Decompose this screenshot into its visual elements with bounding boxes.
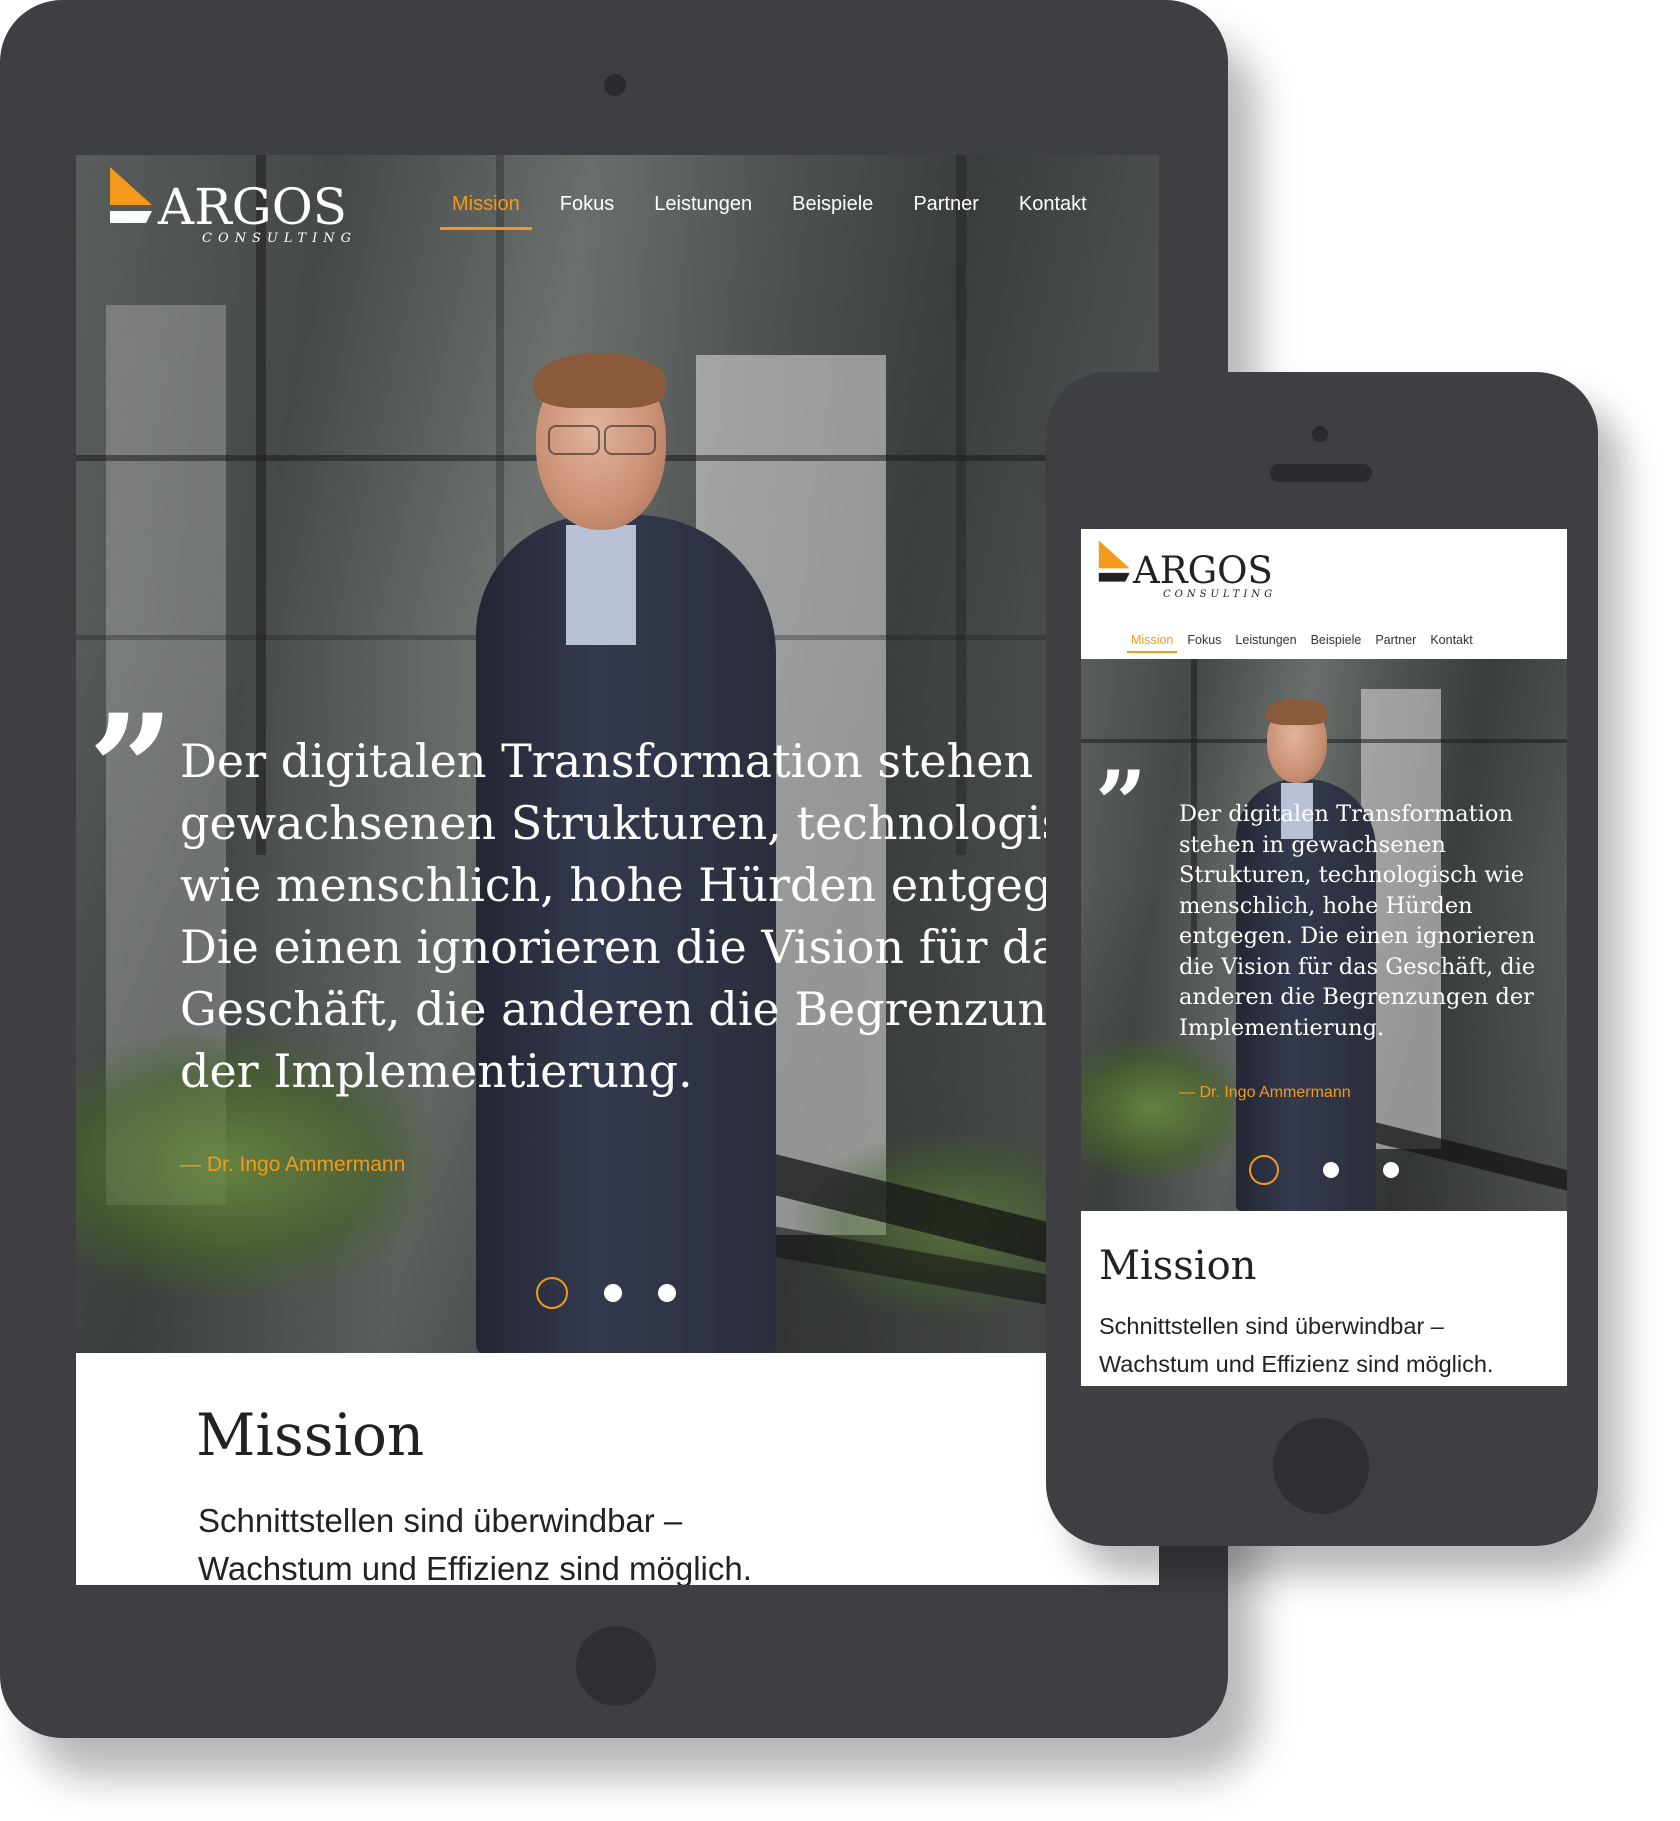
slider-dots [536, 1277, 676, 1309]
quote-line: anderen die Begrenzungen der [1179, 984, 1534, 1010]
tablet-nav-item-mission[interactable]: Mission [440, 193, 532, 230]
tablet-screen: ARGOS CONSULTING Mission Fokus Leistungen B… [76, 155, 1159, 1585]
quote-line: wie menschlich, hohe Hürden entgeg [180, 858, 1053, 912]
tablet-nav-item-partner[interactable]: Partner [913, 193, 979, 216]
mission-line-2: Wachstum und Effizienz sind möglich. [1099, 1351, 1494, 1377]
quote-line: Der digitalen Transformation [1179, 801, 1513, 827]
quote-line: Implementierung. [1179, 1014, 1385, 1041]
tablet-camera [604, 74, 626, 96]
phone-header: ARGOS CONSULTING Mission Fokus Leistungen B… [1081, 529, 1567, 660]
mission-title: Mission [1099, 1243, 1257, 1289]
quote-icon: ” [1095, 751, 1147, 857]
phone-nav-item-beispiele[interactable]: Beispiele [1311, 633, 1362, 647]
logo-text: ARGOS [1133, 549, 1273, 592]
phone-nav-item-partner[interactable]: Partner [1375, 633, 1416, 647]
slider-dots [1249, 1155, 1399, 1185]
phone-nav-item-fokus[interactable]: Fokus [1187, 633, 1221, 647]
phone-quote: Der digitalen Transformation stehen in ge… [1179, 799, 1535, 1043]
tablet-nav-item-beispiele[interactable]: Beispiele [792, 193, 873, 216]
phone-nav-item-mission[interactable]: Mission [1126, 633, 1178, 653]
phone-home-button[interactable] [1273, 1418, 1369, 1514]
quote-line: der Implementierung. [180, 1044, 693, 1098]
quote-line: stehen in gewachsenen [1179, 831, 1446, 858]
quote-author: — Dr. Ingo Ammermann [1179, 1084, 1351, 1101]
mission-text: Schnittstellen sind überwindbar – Wachst… [198, 1497, 752, 1585]
tablet-device: ARGOS CONSULTING Mission Fokus Leistungen B… [0, 0, 1228, 1738]
logo-subtitle: CONSULTING [1163, 589, 1277, 600]
phone-nav-item-leistungen[interactable]: Leistungen [1235, 633, 1296, 647]
tablet-nav-item-fokus[interactable]: Fokus [560, 193, 614, 216]
phone-nav: Mission Fokus Leistungen Beispiele Partner Ko… [1126, 633, 1473, 653]
mission-text: Schnittstellen sind überwindbar – Wachst… [1099, 1307, 1493, 1383]
quote-line: menschlich, hohe Hürden [1179, 892, 1473, 919]
phone-speaker [1270, 464, 1372, 482]
phone-logo[interactable]: ARGOS CONSULTING [1097, 539, 1276, 600]
mission-title: Mission [196, 1401, 425, 1469]
slider-dot-1[interactable] [1249, 1155, 1279, 1185]
logo-subtitle: CONSULTING [202, 231, 357, 246]
shirt [566, 525, 636, 645]
quote-line: gewachsenen Strukturen, technologis [180, 796, 1066, 850]
mission-line-2: Wachstum und Effizienz sind möglich. [198, 1550, 752, 1585]
quote-icon: ” [88, 682, 175, 858]
quote-line: Geschäft, die anderen die Begrenzun [180, 982, 1048, 1036]
tablet-home-button[interactable] [576, 1626, 656, 1706]
logo-text: ARGOS [158, 178, 347, 236]
phone-hero: ” Der digitalen Transformation stehen in … [1081, 659, 1567, 1211]
phone-screen: ARGOS CONSULTING Mission Fokus Leistungen B… [1081, 529, 1567, 1386]
tablet-nav-item-kontakt[interactable]: Kontakt [1019, 193, 1087, 216]
quote-line: die Vision für das Geschäft, die [1179, 953, 1536, 980]
slider-dot-1[interactable] [536, 1277, 568, 1309]
logo-sail-icon [110, 167, 152, 223]
slider-dot-2[interactable] [1323, 1162, 1339, 1178]
slider-dot-3[interactable] [1383, 1162, 1399, 1178]
phone-device: ARGOS CONSULTING Mission Fokus Leistungen B… [1046, 372, 1598, 1546]
logo-sail-icon [1098, 540, 1130, 582]
phone-nav-item-kontakt[interactable]: Kontakt [1430, 633, 1472, 647]
tablet-nav: Mission Fokus Leistungen Beispiele Partner Ko… [440, 193, 1087, 230]
hair [1266, 699, 1328, 725]
tablet-quote: Der digitalen Transformation stehen gewac… [180, 730, 1065, 1102]
phone-camera [1312, 426, 1328, 442]
quote-line: Strukturen, technologisch wie [1179, 862, 1525, 888]
quote-author: — Dr. Ingo Ammermann [180, 1153, 406, 1176]
mission-line-1: Schnittstellen sind überwindbar – [1099, 1313, 1444, 1339]
quote-line: entgegen. Die einen ignorieren [1179, 923, 1536, 949]
quote-line: Die einen ignorieren die Vision für da [180, 920, 1059, 974]
quote-line: Der digitalen Transformation stehen [180, 734, 1034, 788]
tablet-nav-item-leistungen[interactable]: Leistungen [654, 193, 752, 216]
mission-line-1: Schnittstellen sind überwindbar – [198, 1502, 683, 1539]
slider-dot-3[interactable] [658, 1284, 676, 1302]
logo[interactable]: ARGOS CONSULTING [108, 165, 357, 246]
tablet-hero: ARGOS CONSULTING Mission Fokus Leistungen B… [76, 155, 1159, 1353]
glasses [604, 425, 656, 455]
hair [534, 353, 666, 408]
glasses [548, 425, 600, 455]
slider-dot-2[interactable] [604, 1284, 622, 1302]
